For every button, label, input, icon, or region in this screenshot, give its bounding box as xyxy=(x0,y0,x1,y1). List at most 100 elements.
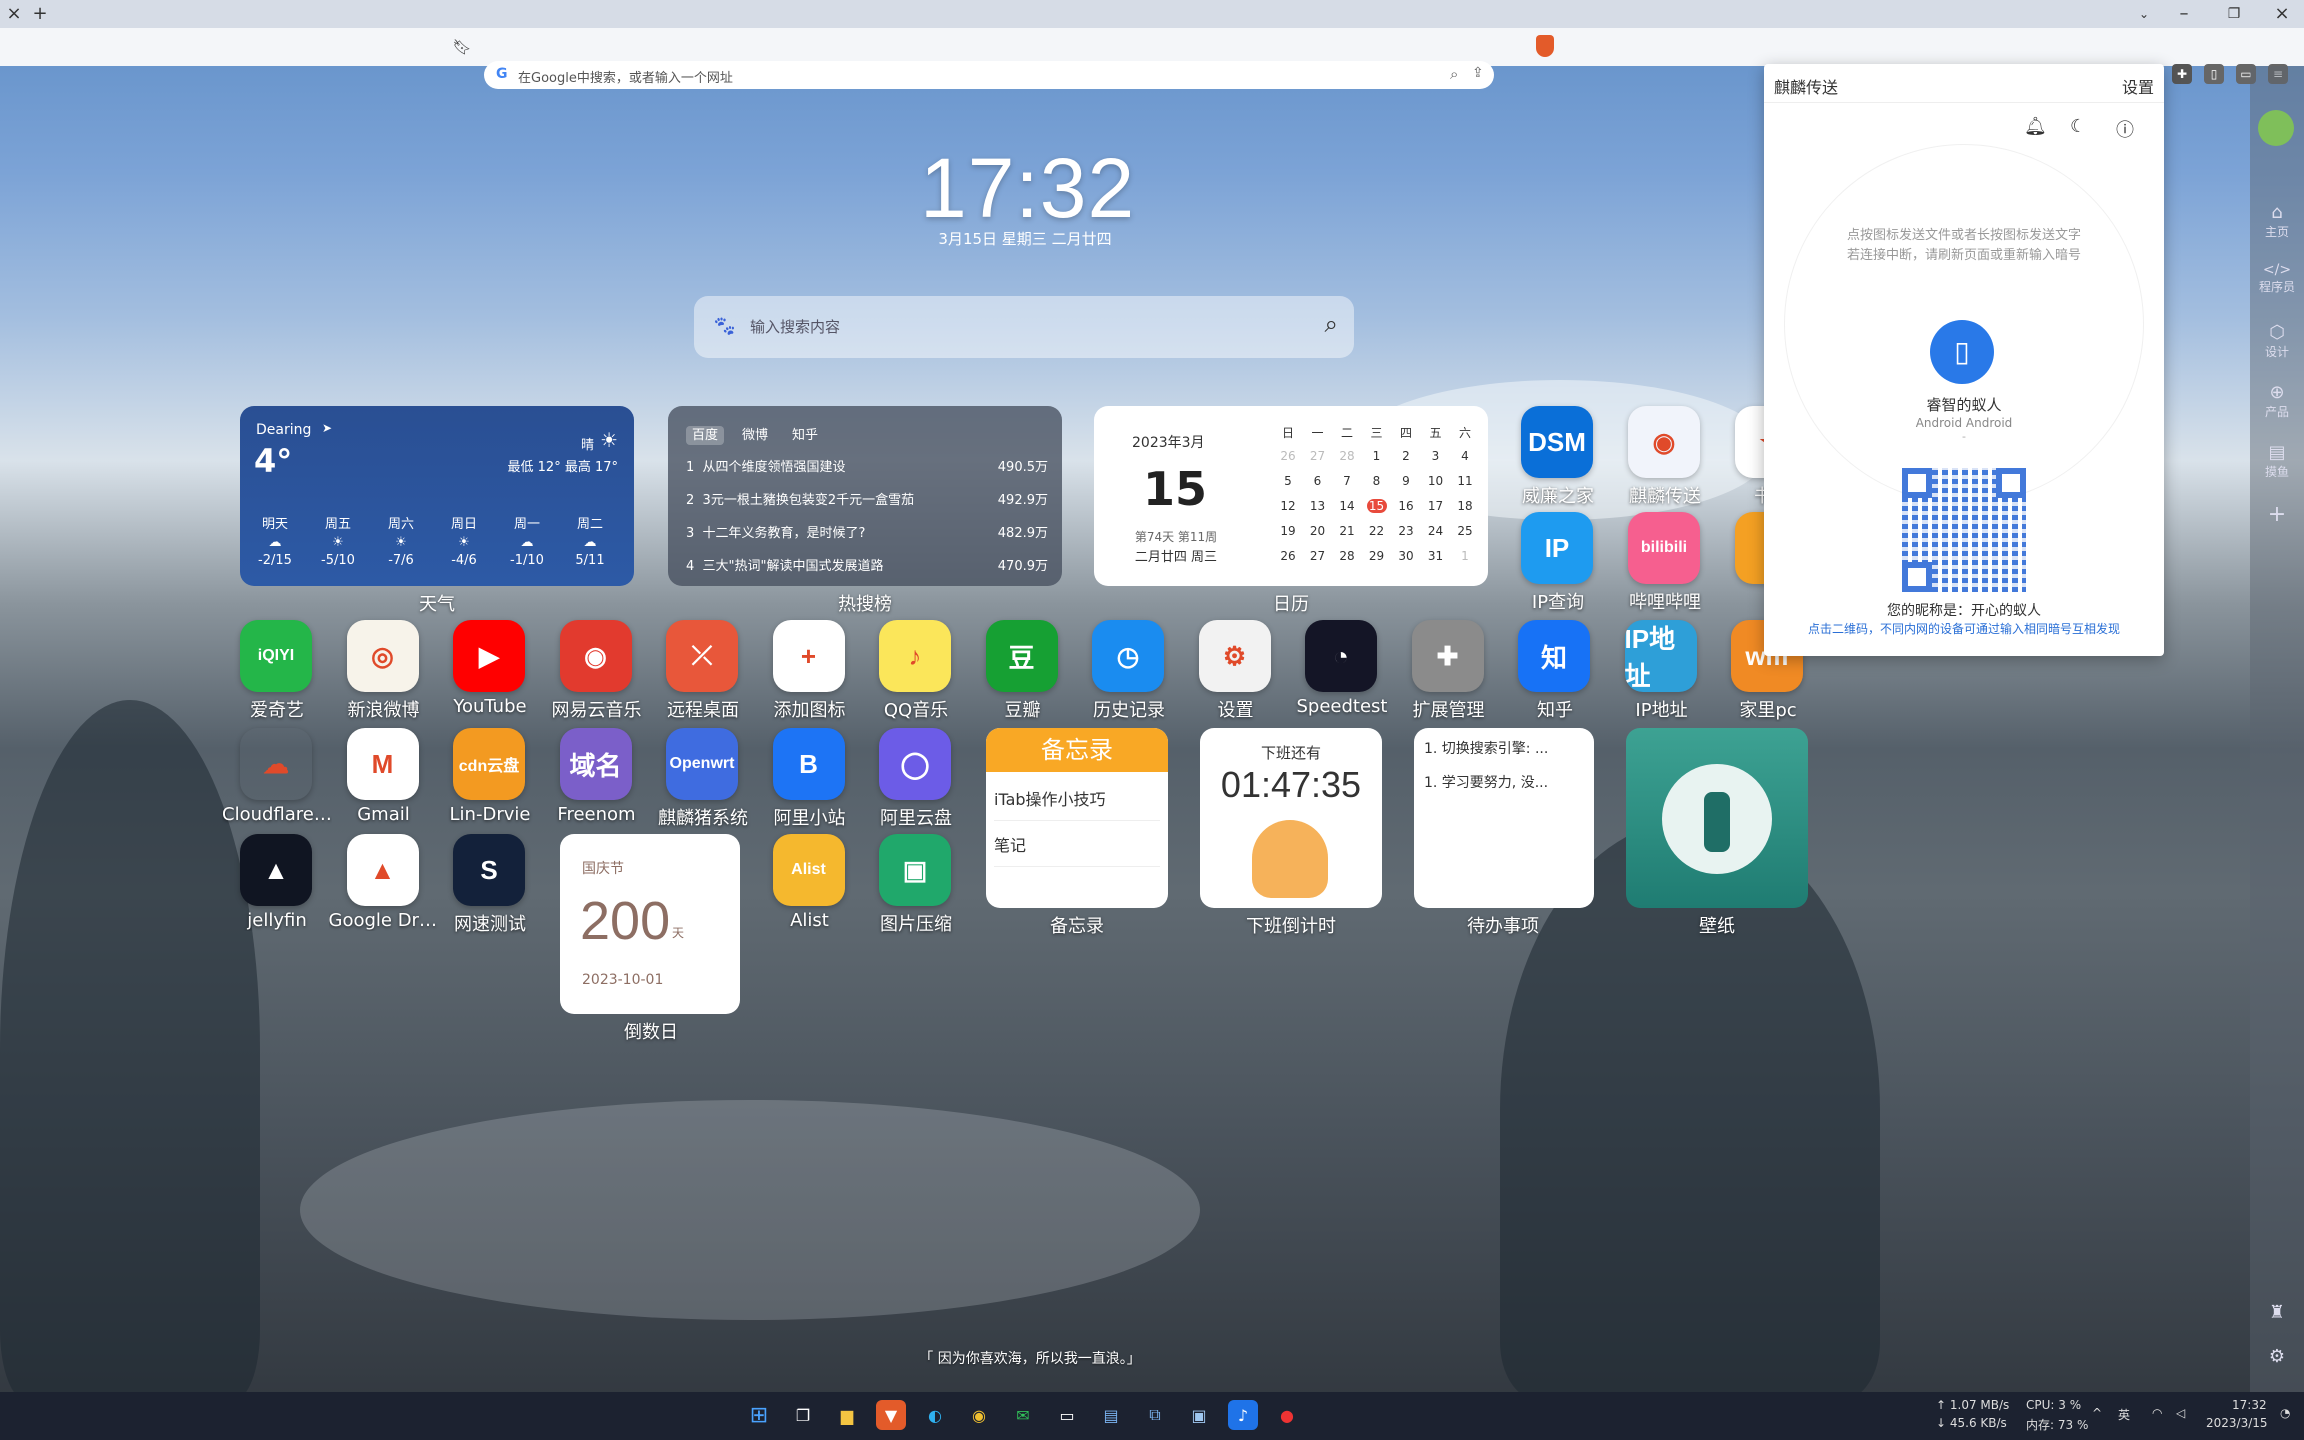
tray-chevron-icon[interactable]: ^ xyxy=(2092,1406,2102,1420)
apps_row3-app-icon[interactable]: 知 xyxy=(1518,620,1590,692)
apps_row3-app-icon[interactable]: ▶ xyxy=(453,620,525,692)
hot-item[interactable]: 4 三大"热词"解读中国式发展道路 470.9万 xyxy=(686,555,1048,574)
app-label[interactable]: Lin-Drvie xyxy=(435,804,545,825)
moon-icon[interactable]: ☾ xyxy=(2070,116,2086,137)
apps_row3-app-icon[interactable]: ⚙ xyxy=(1198,620,1271,692)
hot-item[interactable]: 2 3元一根土豬换包装变2千元一盒雪茄 492.9万 xyxy=(686,489,1048,508)
app-label[interactable]: 网速测试 xyxy=(435,910,545,936)
calendar-date[interactable]: 15 xyxy=(1366,499,1387,513)
extensions-puzzle-icon[interactable]: ✚ xyxy=(2172,64,2192,84)
calendar-date[interactable]: 27 xyxy=(1304,449,1332,463)
calendar-date[interactable]: 25 xyxy=(1451,524,1479,538)
apps_row3-app-icon[interactable]: ◎ xyxy=(346,620,419,692)
calendar-date[interactable]: 26 xyxy=(1274,549,1302,563)
app-label[interactable]: 家里pc xyxy=(1713,696,1823,722)
panel-settings-link[interactable]: 设置 xyxy=(2122,74,2154,98)
todo-item[interactable]: 1. 切换搜索引擎: ... xyxy=(1424,738,1586,758)
sidebar-item-design[interactable]: ⬡ 设计 xyxy=(2250,322,2304,360)
calendar-date[interactable]: 4 xyxy=(1451,449,1479,463)
sidebar-item-product[interactable]: ⊕ 产品 xyxy=(2250,382,2304,420)
app-label[interactable]: QQ音乐 xyxy=(861,696,971,722)
calendar-date[interactable]: 17 xyxy=(1422,499,1450,513)
calendar-date[interactable]: 31 xyxy=(1422,549,1450,563)
tab-zhihu[interactable]: 知乎 xyxy=(786,426,824,445)
calendar-date[interactable]: 11 xyxy=(1451,474,1479,488)
apps_row3-app-icon[interactable]: ◔ xyxy=(1305,620,1377,692)
calendar-date[interactable]: 5 xyxy=(1274,474,1302,488)
terminal-icon[interactable]: ▭ xyxy=(1052,1400,1082,1430)
remote-desktop-icon[interactable]: ⧉ xyxy=(1140,1400,1170,1430)
apps_row5-app-icon[interactable]: ▣ xyxy=(879,834,951,906)
calendar-date[interactable]: 8 xyxy=(1363,474,1391,488)
calendar-date[interactable]: 19 xyxy=(1274,524,1302,538)
apps_row3-app-icon[interactable]: ✚ xyxy=(1411,620,1484,692)
apps_row4-app-icon[interactable]: Openwrt xyxy=(666,728,738,800)
memo-widget[interactable]: 备忘录 iTab操作小技巧 笔记 xyxy=(986,728,1168,908)
app-label[interactable]: 哔哩哔哩 xyxy=(1610,588,1720,614)
omnibox[interactable]: G 在Google中搜索，或者输入一个网址 ⌕ ⇪ xyxy=(484,61,1494,89)
app-label[interactable]: 阿里小站 xyxy=(755,804,865,830)
app-label[interactable]: jellyfin xyxy=(222,910,332,931)
app-label[interactable]: 远程桌面 xyxy=(648,696,758,722)
chrome-icon[interactable]: ◉ xyxy=(964,1400,994,1430)
hot-search-widget[interactable]: 百度 微博 知乎 1 从四个维度领悟强国建设 490.5万 2 3元一根土豬换包装变2… xyxy=(668,406,1062,586)
app-label[interactable]: Cloudflare ... xyxy=(222,804,332,825)
info-icon[interactable]: ⓘ xyxy=(2116,116,2134,142)
todo-item[interactable]: 1. 学习要努力, 没... xyxy=(1424,772,1586,792)
search-icon[interactable]: ⌕ xyxy=(1325,310,1338,338)
apps_row5-app-icon[interactable]: Alist xyxy=(772,834,845,906)
apps_row4-app-icon[interactable]: cdn云盘 xyxy=(453,728,525,800)
apps_row1-app-icon[interactable]: ◉ xyxy=(1628,406,1700,478)
file-explorer-icon[interactable]: ▆ xyxy=(832,1400,862,1430)
apps_row3-app-icon[interactable]: ⤫ xyxy=(666,620,738,692)
panel-link[interactable]: 点击二维码，不同内网的设备可通过输入相同暗号互相发现 xyxy=(1764,620,2164,637)
app-label[interactable]: 爱奇艺 xyxy=(222,696,332,722)
app-label[interactable]: Freenom xyxy=(542,804,652,825)
app-label[interactable]: Speedtest xyxy=(1287,696,1397,717)
calendar-date[interactable]: 13 xyxy=(1304,499,1332,513)
memo-item[interactable]: 笔记 xyxy=(994,832,1160,867)
start-button[interactable]: ⊞ xyxy=(744,1400,774,1430)
calendar-date[interactable]: 18 xyxy=(1451,499,1479,513)
tray-date[interactable]: 2023/3/15 xyxy=(2206,1416,2268,1430)
search-box[interactable]: 🐾︎ 输入搜索内容 ⌕ xyxy=(694,296,1354,358)
app-label[interactable]: 设置 xyxy=(1181,696,1291,722)
sidebar-item-fish[interactable]: ▤ 摸鱼 xyxy=(2250,442,2304,480)
apps_row5-app-icon[interactable]: S xyxy=(453,834,525,906)
apps_row4-app-icon[interactable]: M xyxy=(346,728,419,800)
tab-weibo[interactable]: 微博 xyxy=(736,426,774,445)
apps_row5-app-icon[interactable]: ▲ xyxy=(346,834,419,906)
memo-item[interactable]: iTab操作小技巧 xyxy=(994,786,1160,821)
calendar-date[interactable]: 10 xyxy=(1422,474,1450,488)
apps_row3-app-icon[interactable]: + xyxy=(772,620,845,692)
app-label[interactable]: 添加图标 xyxy=(755,696,865,722)
photos-icon[interactable]: ▤ xyxy=(1096,1400,1126,1430)
baidu-paw-icon[interactable]: 🐾︎ xyxy=(712,314,737,338)
app-label[interactable]: 麒麟传送 xyxy=(1610,482,1720,508)
hot-item[interactable]: 3 十二年义务教育，是时候了? 482.9万 xyxy=(686,522,1048,541)
app-label[interactable]: Alist xyxy=(755,910,865,931)
app-label[interactable]: Google Drive xyxy=(329,910,439,931)
app-label[interactable]: 新浪微博 xyxy=(329,696,439,722)
app-label[interactable]: 网易云音乐 xyxy=(542,696,652,722)
apps_row1-app-icon[interactable]: DSM xyxy=(1521,406,1593,478)
apps_row3-app-icon[interactable]: ◉ xyxy=(559,620,632,692)
notification-icon[interactable]: ◔ xyxy=(2280,1406,2290,1420)
tab-search-icon[interactable]: ⌄ xyxy=(2130,0,2158,28)
device-phone-icon[interactable]: ▯ xyxy=(1930,320,1994,384)
calendar-date[interactable]: 26 xyxy=(1274,449,1302,463)
calendar-date[interactable]: 29 xyxy=(1363,549,1391,563)
app-label[interactable]: 阿里云盘 xyxy=(861,804,971,830)
sidebar-settings-icon[interactable]: ⚙ xyxy=(2250,1346,2304,1367)
apps_row4-app-icon[interactable]: 域名 xyxy=(559,728,632,800)
new-tab-button[interactable]: + xyxy=(26,0,54,28)
calendar-date[interactable]: 23 xyxy=(1392,524,1420,538)
calendar-date[interactable]: 3 xyxy=(1422,449,1450,463)
calendar-date[interactable]: 14 xyxy=(1333,499,1361,513)
app-label[interactable]: 图片压缩 xyxy=(861,910,971,936)
calendar-date[interactable]: 1 xyxy=(1363,449,1391,463)
volume-icon[interactable]: ◁ xyxy=(2176,1406,2185,1420)
apps_row3-app-icon[interactable]: 豆 xyxy=(985,620,1058,692)
offwork-widget[interactable]: 下班还有 01:47:35 xyxy=(1200,728,1382,908)
sidebar-add-button[interactable]: + xyxy=(2250,502,2304,527)
